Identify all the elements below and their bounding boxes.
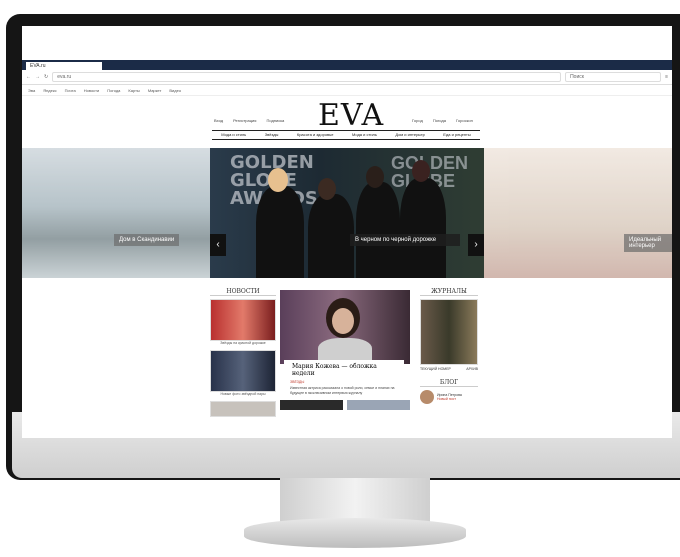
news-column: НОВОСТИ Звёзды на красной дорожке Новые …	[210, 288, 276, 417]
magazine-column: ЖУРНАЛЫ ТЕКУЩИЙ НОМЕР АРХИВ БЛОГ Ирина П…	[420, 288, 478, 404]
column-header: БЛОГ	[420, 379, 478, 387]
news-thumbnail[interactable]	[210, 401, 276, 417]
avatar[interactable]	[420, 390, 434, 404]
carousel-next-button[interactable]: ›	[468, 234, 484, 256]
hero-slide-left[interactable]: Дом в Скандинавии	[22, 148, 210, 278]
main-nav-item[interactable]: Дом и интерьер	[395, 131, 424, 139]
carousel-prev-button[interactable]: ‹	[210, 234, 226, 256]
account-nav: Вход Регистрация Подписка	[214, 118, 284, 123]
bookmark-item[interactable]: Карты	[128, 88, 139, 93]
feature-title[interactable]: Мария Кожева — обложка недели	[284, 360, 404, 380]
person-figure	[400, 178, 446, 278]
news-caption[interactable]: Новые фото звёздной пары	[210, 392, 276, 397]
column-header: НОВОСТИ	[210, 288, 276, 296]
main-nav-item[interactable]: Мода и стиль	[352, 131, 377, 139]
bookmark-item[interactable]: Новости	[84, 88, 99, 93]
bookmark-item[interactable]: Эва	[28, 88, 35, 93]
magazine-link[interactable]: ТЕКУЩИЙ НОМЕР	[420, 367, 451, 371]
back-icon[interactable]: ←	[26, 74, 31, 80]
nav-link[interactable]: Подписка	[266, 118, 284, 123]
feature-image[interactable]	[280, 290, 410, 364]
nav-link[interactable]: Гороскоп	[456, 118, 473, 123]
hero-slide-right[interactable]: Идеальный интерьер	[484, 148, 672, 278]
nav-link[interactable]: Регистрация	[233, 118, 256, 123]
bookmark-item[interactable]: Видео	[169, 88, 181, 93]
browser-tab[interactable]: EVA.ru	[26, 62, 102, 70]
person-figure	[308, 194, 354, 278]
person-figure	[256, 186, 304, 278]
search-input[interactable]: Поиск	[565, 72, 662, 82]
hero-slide-main[interactable]: GOLDENGLOBEAWARDS GOLDENGLOBE В черном п…	[210, 148, 484, 278]
news-thumbnail[interactable]	[210, 299, 276, 341]
bookmarks-bar: Эва Яндекс Почта Новости Погода Карты Ма…	[22, 85, 672, 96]
nav-link[interactable]: Погода	[433, 118, 446, 123]
article-thumbnail[interactable]	[280, 400, 343, 410]
monitor-stand-base	[244, 518, 466, 548]
forward-icon[interactable]: →	[35, 74, 40, 80]
news-thumbnail[interactable]	[210, 350, 276, 392]
person-head	[318, 178, 336, 200]
reload-icon[interactable]: ↻	[44, 74, 48, 80]
bookmark-item[interactable]: Яндекс	[43, 88, 56, 93]
bookmark-item[interactable]: Погода	[107, 88, 120, 93]
screen: EVA.ru ← → ↻ eva.ru Поиск ≡ Эва Яндекс П…	[22, 26, 672, 438]
desktop-strip	[22, 26, 672, 60]
bookmark-item[interactable]: Почта	[65, 88, 76, 93]
hero-carousel: Дом в Скандинавии GOLDENGLOBEAWARDS GOLD…	[22, 148, 672, 278]
blog-label[interactable]: Новый пост	[437, 397, 462, 401]
main-nav-item[interactable]: Красота и здоровье	[297, 131, 334, 139]
blog-entry[interactable]: Ирина Петрова Новый пост	[420, 390, 478, 404]
main-nav-item[interactable]: Мода и стиль	[221, 131, 246, 139]
magazine-link[interactable]: АРХИВ	[466, 367, 478, 371]
person-head	[268, 168, 288, 192]
feature-article[interactable]: Мария Кожева — обложка недели ЗВЁЗДЫ Изв…	[280, 290, 410, 410]
address-bar[interactable]: eva.ru	[52, 72, 562, 82]
menu-icon[interactable]: ≡	[665, 74, 668, 80]
browser-toolbar: ← → ↻ eva.ru Поиск ≡	[22, 70, 672, 85]
magazine-cover[interactable]	[420, 299, 478, 365]
person-figure	[356, 182, 400, 278]
slide-caption: Дом в Скандинавии	[114, 234, 180, 246]
person-head	[366, 166, 384, 188]
bookmark-item[interactable]: Маркет	[148, 88, 162, 93]
nav-link[interactable]: Город	[412, 118, 423, 123]
monitor-stand-neck	[280, 478, 430, 522]
slide-caption[interactable]: В черном по черной дорожке	[350, 234, 460, 246]
person-head	[412, 160, 430, 182]
site-logo[interactable]: EVA	[318, 98, 384, 133]
main-nav-item[interactable]: Еда и рецепты	[443, 131, 470, 139]
article-thumbnail[interactable]	[347, 400, 410, 410]
main-nav-item[interactable]: Звёзды	[265, 131, 279, 139]
slide-caption: Идеальный интерьер	[624, 234, 672, 252]
feature-excerpt: Известная актриса рассказала о новой рол…	[290, 386, 395, 395]
nav-link[interactable]: Вход	[214, 118, 223, 123]
site-header: EVA Вход Регистрация Подписка Город Пого…	[22, 96, 672, 140]
browser-tabbar: EVA.ru	[22, 60, 672, 70]
news-caption[interactable]: Звёзды на красной дорожке	[210, 341, 276, 346]
utility-nav: Город Погода Гороскоп	[412, 118, 473, 123]
column-header: ЖУРНАЛЫ	[420, 288, 478, 296]
main-nav: Мода и стиль Звёзды Красота и здоровье М…	[212, 130, 480, 140]
